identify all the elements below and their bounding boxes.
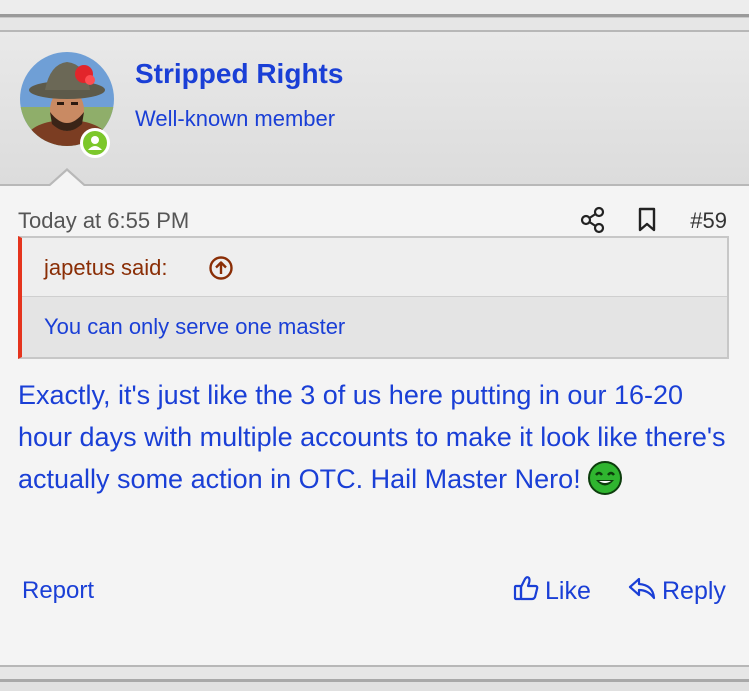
reply-arrow-icon — [627, 574, 662, 609]
arrow-up-circle-icon[interactable] — [208, 255, 234, 286]
quote-author[interactable]: japetus said: — [44, 255, 168, 281]
report-link[interactable]: Report — [22, 577, 94, 605]
quote-block: japetus said: You can only serve one mas… — [18, 236, 729, 359]
share-icon[interactable] — [580, 206, 606, 239]
post-body: Exactly, it's just like the 3 of us here… — [18, 374, 730, 508]
next-post-edge — [0, 679, 749, 691]
quote-text: You can only serve one master — [44, 314, 346, 339]
like-label: Like — [545, 576, 591, 605]
reply-button[interactable]: Reply — [627, 574, 726, 608]
grin-smiley-icon — [587, 460, 623, 508]
header-pointer — [49, 171, 85, 187]
reply-label: Reply — [662, 576, 726, 605]
quote-header: japetus said: — [22, 238, 727, 297]
like-button[interactable]: Like — [512, 574, 591, 608]
post-number-link[interactable]: #59 — [690, 208, 727, 234]
online-status-icon — [80, 128, 110, 158]
post-timestamp-link[interactable]: Today at 6:55 PM — [18, 208, 189, 234]
previous-post-edge — [0, 0, 749, 17]
user-title: Well-known member — [135, 106, 336, 131]
post-user-header: Stripped Rights Well-known member — [0, 32, 749, 187]
username-link[interactable]: Stripped Rights — [135, 58, 343, 90]
thumbs-up-icon — [512, 574, 545, 609]
bookmark-icon[interactable] — [636, 206, 658, 239]
